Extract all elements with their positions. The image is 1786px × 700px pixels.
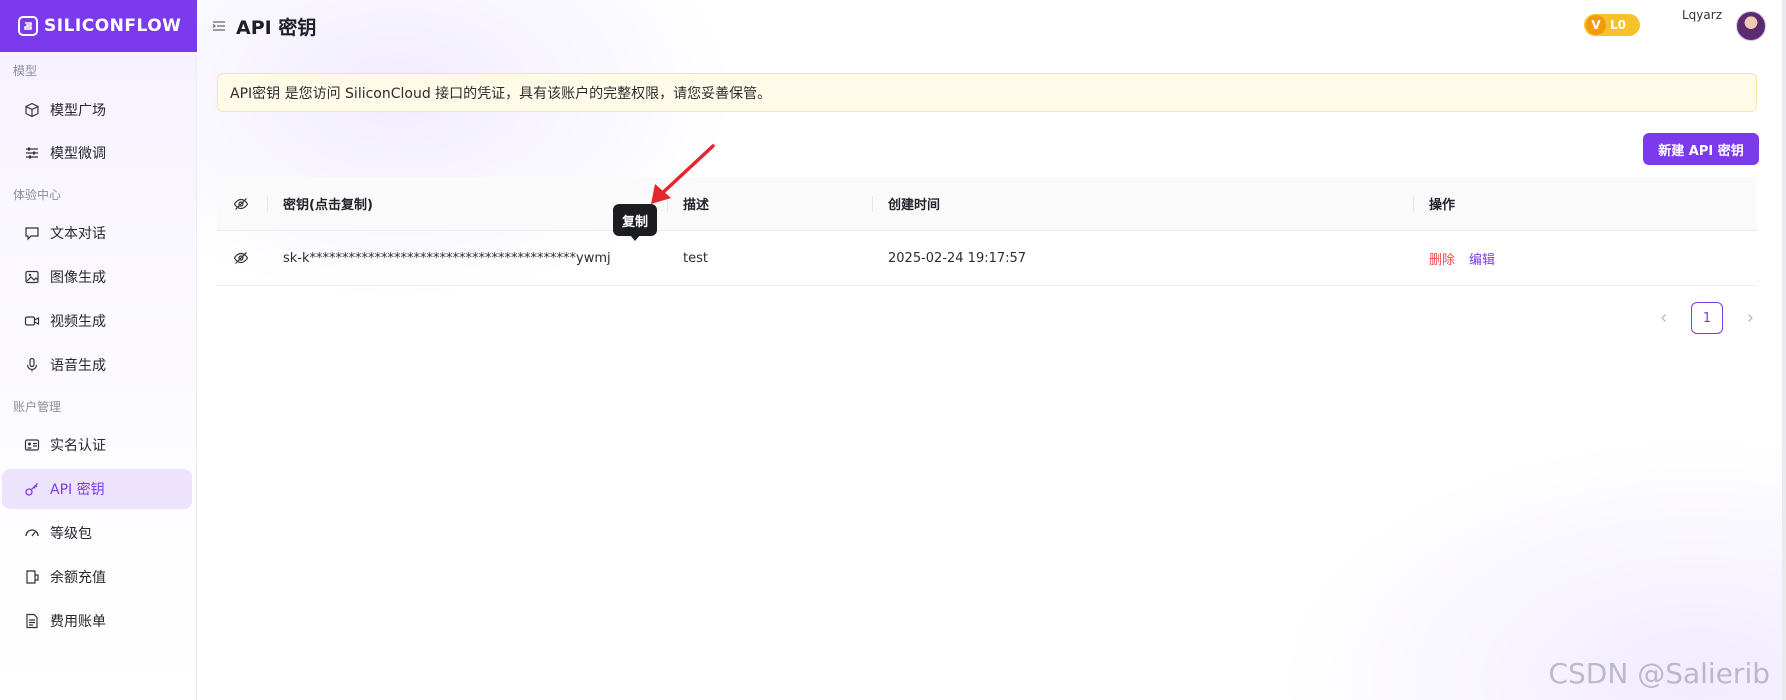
key-created-time: 2025-02-24 19:17:57 [888,250,1027,266]
sidebar-item-label: 语音生成 [50,358,106,374]
sidebar: SILICONFLOW 模型 模型广场 模型微调 体验中心 文本对话 图像生成 … [0,0,197,700]
header-visibility-toggle[interactable] [217,177,267,230]
api-key-value[interactable]: sk-k************************************… [267,231,667,285]
key-icon [25,483,38,496]
sidebar-item-label: 文本对话 [50,226,106,242]
sidebar-item-level-pack[interactable]: 等级包 [2,513,192,553]
table-header: 密钥(点击复制) 描述 创建时间 操作 [217,177,1757,231]
nav-section-title: 账户管理 [13,400,62,414]
page-number-current[interactable]: 1 [1691,302,1723,334]
sidebar-item-label: 等级包 [50,526,92,542]
bill-icon [26,613,38,629]
api-key-table: 密钥(点击复制) 描述 创建时间 操作 sk-k****************… [217,177,1757,286]
column-header-key: 密钥(点击复制) [267,177,667,230]
sidebar-item-api-keys[interactable]: API 密钥 [2,469,192,509]
notice-text: API密钥 是您访问 SiliconCloud 接口的凭证，具有该账户的完整权限… [230,85,772,102]
notice-banner: API密钥 是您访问 SiliconCloud 接口的凭证，具有该账户的完整权限… [217,73,1757,112]
brand-name: SILICONFLOW [44,16,182,36]
key-description: test [683,250,708,266]
annotation-arrow-icon [651,144,715,204]
logo-icon [18,16,38,36]
sidebar-item-label: 模型广场 [50,103,106,119]
wallet-icon [26,570,39,584]
sidebar-item-text-chat[interactable]: 文本对话 [2,213,192,253]
column-header-actions: 操作 [1413,177,1757,230]
sidebar-item-label: 实名认证 [50,438,106,454]
table-row: sk-k************************************… [217,231,1757,286]
row-actions: 删除 编辑 [1413,231,1757,285]
delete-key-link[interactable]: 删除 [1429,249,1455,268]
sidebar-item-real-name[interactable]: 实名认证 [2,425,192,465]
brand-logo[interactable]: SILICONFLOW [0,0,197,52]
sidebar-item-label: 模型微调 [50,146,106,162]
vip-icon: V [1586,15,1606,35]
chat-icon [25,227,39,241]
sidebar-item-label: API 密钥 [50,482,105,498]
eye-off-icon [233,197,249,210]
eye-off-icon [233,252,249,264]
pagination: 1 [1655,302,1759,334]
menu-fold-icon[interactable] [212,19,226,33]
image-icon [25,270,39,284]
sidebar-item-image-gen[interactable]: 图像生成 [2,257,192,297]
sidebar-item-label: 余额充值 [50,570,106,586]
sidebar-item-label: 费用账单 [50,614,106,630]
video-icon [24,316,40,326]
mic-icon [26,357,38,372]
avatar[interactable] [1736,11,1766,41]
level-label: L0 [1610,18,1626,32]
edit-key-link[interactable]: 编辑 [1469,249,1495,268]
sidebar-item-billing[interactable]: 费用账单 [2,601,192,641]
topbar: API 密钥 V L0 Lqyarz [198,0,1786,52]
username[interactable]: Lqyarz [1682,8,1722,22]
cube-icon [25,102,39,118]
nav-section-title: 模型 [13,64,38,78]
sidebar-item-model-finetune[interactable]: 模型微调 [2,133,192,173]
id-card-icon [24,439,40,451]
scrollbar[interactable] [1782,0,1786,700]
next-page-icon[interactable] [1741,309,1759,327]
sliders-icon [26,147,38,159]
gauge-icon [25,529,39,537]
sidebar-item-video-gen[interactable]: 视频生成 [2,301,192,341]
column-header-created: 创建时间 [872,177,1413,230]
new-api-key-button[interactable]: 新建 API 密钥 [1643,133,1759,165]
sidebar-item-voice-gen[interactable]: 语音生成 [2,345,192,385]
sidebar-item-model-square[interactable]: 模型广场 [2,90,192,130]
sidebar-item-recharge[interactable]: 余额充值 [2,557,192,597]
row-visibility-toggle[interactable] [217,231,267,285]
main-content: API 密钥 V L0 Lqyarz API密钥 是您访问 SiliconClo… [198,0,1786,700]
prev-page-icon[interactable] [1655,309,1673,327]
level-badge[interactable]: V L0 [1584,14,1640,36]
nav-section-title: 体验中心 [13,188,62,202]
sidebar-item-label: 视频生成 [50,314,106,330]
sidebar-item-label: 图像生成 [50,270,106,286]
watermark: CSDN @Salierib [1548,657,1770,690]
page-title: API 密钥 [236,16,317,39]
